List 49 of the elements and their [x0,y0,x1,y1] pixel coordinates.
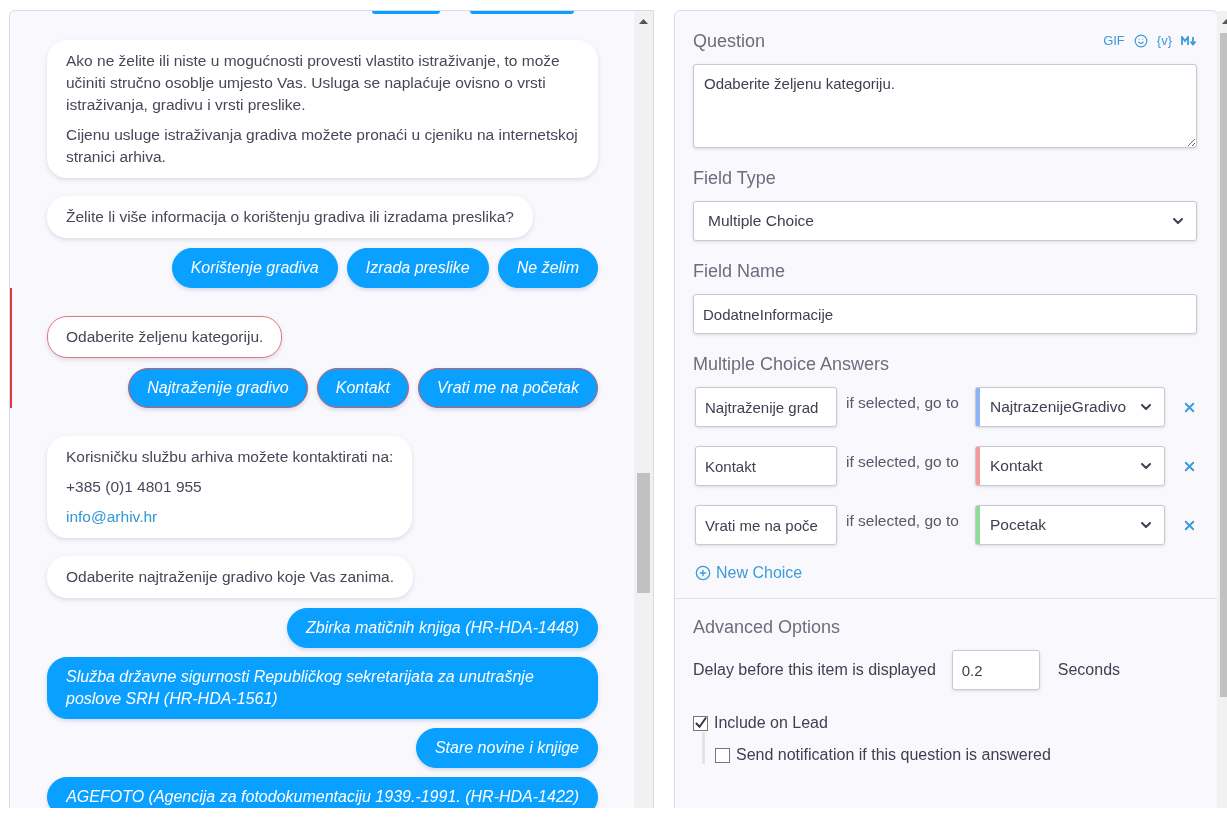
field-name-input[interactable]: DodatneInformacije [693,294,1197,334]
answer-input[interactable]: Vrati me na poče [695,505,837,545]
message-text: +385 (0)1 4801 955 [66,477,203,497]
message-text: Odaberite najtraženije gradivo koje Vas zanima. [66,567,394,587]
message-text: Odaberite željenu kategoriju. [66,327,264,347]
emoji-icon[interactable] [1133,33,1148,48]
answer-input[interactable]: Kontakt [695,446,837,486]
answers-label: Multiple Choice Answers [693,354,891,375]
chat-choice-button[interactable]: Korištenje gradiva [171,248,338,288]
markdown-icon[interactable] [1181,35,1197,46]
chat-choice-button[interactable]: Izrada preslike [346,248,489,288]
checkbox[interactable] [693,715,708,731]
checkbox[interactable] [715,747,730,763]
email-link[interactable]: info@arhiv.hr [66,508,158,525]
new-choice-link[interactable]: New Choice [693,564,1197,582]
answer-input[interactable]: Najtraženije grad [695,387,837,427]
question-label: Question [693,31,766,52]
advanced-options-label: Advanced Options [693,617,842,638]
toolbar-button[interactable]: GIF [1103,33,1125,48]
field-type-label: Field Type [693,168,777,189]
chat-choice-button[interactable]: Najtraženije gradivo [128,368,308,408]
scroll-up-icon[interactable] [639,19,648,24]
message-text: Ako ne želite ili niste u mogućnosti provesti vlastito istraživanje, to može učiniti stručno osoblje umjesto Vas. Usluga se naplaćuje ovisno o vrsti istraživanja, gradivu i vrsti preslike. [66,51,561,115]
seconds-label: Seconds [1057,661,1121,679]
plus-circle-icon [695,565,711,581]
target-select[interactable]: NajtrazenijeGradivo [975,387,1165,427]
chat-choice-button[interactable]: Zbirka matičnih knjiga (HR-HDA-1448) [287,608,598,648]
message-text: Cijenu usluge istraživanja gradiva možete pronaći u cjeniku na internetskoj stranici arhiva. [66,125,579,167]
field-type-select[interactable]: Multiple Choice [693,201,1197,241]
target-select[interactable]: Pocetak [975,505,1165,545]
chat-choice-button[interactable]: Služba državne sigurnosti Republičkog sekretarijata za unutrašnje poslove SRH (HR-HDA-1561) [47,657,598,719]
chat-choice-button[interactable]: Kontakt [316,368,409,408]
chat-choice-button[interactable]: AGEFOTO (Agencija za fotodokumentaciju 1939.-1991. (HR-HDA-1422) [47,777,598,808]
delay-label: Delay before this item is displayed [693,661,936,679]
chat-choice-button[interactable]: Vrati me na početak [418,368,598,408]
field-name-label: Field Name [693,261,787,282]
message-text: Želite li više informacija o korištenju gradiva ili izradama preslika? [66,207,514,227]
checkbox-option[interactable]: Include on Lead [693,714,1197,732]
chat-choice-button[interactable]: Stare novine i knjige [415,728,598,768]
chat-choice-button[interactable]: Ne želim [497,248,598,288]
answer-connector-text: if selected, go to [846,453,960,471]
message-text: Korisničku službu arhiva možete kontaktirati na: [66,447,394,467]
checkbox-option[interactable]: Send notification if this question is answered [715,732,1197,764]
target-select[interactable]: Kontakt [975,446,1165,486]
answer-connector-text: if selected, go to [846,512,960,530]
question-field[interactable]: Odaberite željenu kategoriju. [693,64,1197,148]
delay-input[interactable]: 0.2 [951,650,1040,690]
toolbar-button[interactable]: {v} [1156,33,1172,48]
answer-connector-text: if selected, go to [846,394,960,412]
